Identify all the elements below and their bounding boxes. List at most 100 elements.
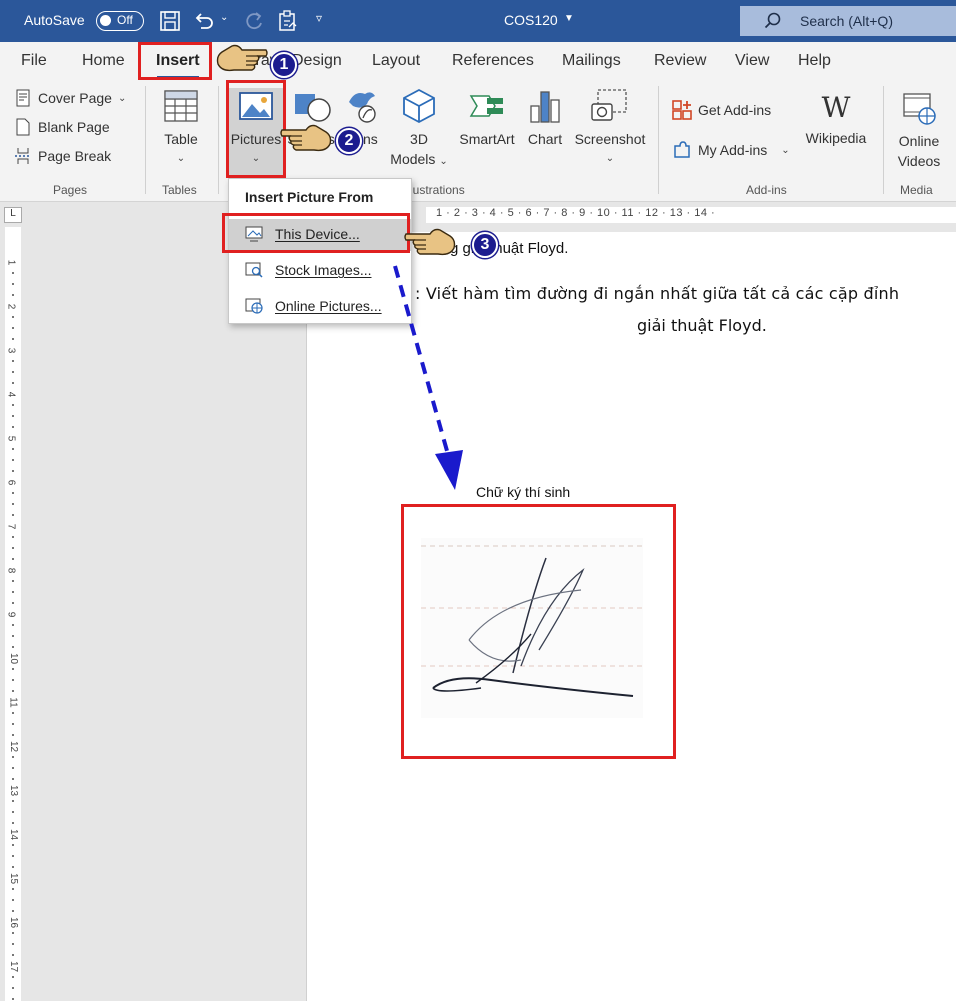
tab-file[interactable]: File [21,52,47,70]
table-icon [164,90,198,122]
ruler-tick [12,822,14,824]
chart-button[interactable]: Chart [522,88,568,149]
ruler-number: 2 [5,303,17,310]
ruler-tick [12,591,14,593]
ruler-tick [12,690,14,692]
ruler-tick [12,382,14,384]
ruler-tick [12,283,14,285]
horizontal-ruler[interactable]: 1 · 2 · 3 · 4 · 5 · 6 · 7 · 8 · 9 · 10 ·… [30,203,956,227]
ruler-tick [12,756,14,758]
ruler-number: 1 [5,259,17,266]
ruler-tick [12,767,14,769]
table-button[interactable]: Table ⌄ [158,88,204,169]
ruler-tick [12,602,14,604]
tab-review[interactable]: Review [654,52,706,70]
ribbon: Cover Page ⌄ Blank Page Page Break Pages… [0,80,956,202]
title-bar: AutoSave Off ⌄ ▿ COS120 ▼ Search (Alt+Q) [0,0,956,42]
cover-page-button[interactable]: Cover Page ⌄ [14,89,126,107]
vertical-ruler[interactable]: 123456789101112131415161718 [0,227,24,1001]
my-addins-button[interactable]: My Add-ins ⌄ [672,140,790,160]
ruler-number: 14 [8,828,20,841]
online-video-icon [903,93,936,125]
ruler-number: 10 [8,652,20,665]
ruler-tick [12,503,14,505]
3d-models-button[interactable]: 3D Models ⌄ [386,88,452,172]
table-label: Table [164,131,198,147]
puzzle-icon [674,141,690,158]
ruler-tick [12,679,14,681]
autosave-label: AutoSave [24,12,85,28]
screenshot-button[interactable]: Screenshot ⌄ [571,88,649,169]
document-title[interactable]: COS120 [504,12,558,28]
customize-toolbar-icon[interactable]: ▿ [316,11,322,25]
ruler-number: 13 [8,784,20,797]
online-videos-button[interactable]: Online Videos [890,92,948,171]
undo-dropdown-icon[interactable]: ⌄ [220,12,228,23]
cube-icon [403,88,435,124]
tab-references[interactable]: References [452,52,534,70]
pages-group-label: Pages [53,183,88,197]
ruler-tick [12,800,14,802]
tab-layout[interactable]: Layout [372,52,420,70]
ruler-tick [12,426,14,428]
ruler-tick [12,635,14,637]
online-videos-label-line1: Online [898,133,940,149]
ruler-tick [12,327,14,329]
page-break-icon [15,148,31,164]
group-separator [883,86,884,194]
3d-models-label-line2: Models ⌄ [390,151,448,167]
dashed-arrow [393,265,463,490]
autosave-toggle[interactable]: Off [96,11,144,31]
smartart-button[interactable]: SmartArt [454,88,520,149]
smartart-icon [469,95,503,117]
ruler-tick [12,734,14,736]
ruler-number: 16 [8,916,20,929]
tab-home[interactable]: Home [82,52,125,70]
tables-group-label: Tables [162,183,197,197]
get-addins-label: Get Add-ins [698,102,772,118]
cover-page-icon [16,89,30,107]
ruler-tick [12,855,14,857]
page-break-button[interactable]: Page Break [14,147,111,165]
save-icon[interactable] [158,9,182,33]
menu-item-online-pictures[interactable]: Online Pictures... [229,291,411,323]
get-addins-button[interactable]: Get Add-ins [672,100,771,120]
screenshot-icon [591,89,627,121]
ruler-number: 17 [8,960,20,973]
ruler-tick [12,470,14,472]
ruler-tick [12,338,14,340]
search-box[interactable]: Search (Alt+Q) [740,6,956,36]
blank-page-icon [16,118,30,136]
ruler-tick [12,646,14,648]
tab-help[interactable]: Help [798,52,831,70]
screenshot-label: Screenshot [574,131,646,147]
clipboard-icon[interactable] [276,9,300,33]
ruler-tick [12,580,14,582]
online-pictures-icon [245,298,263,314]
ruler-ticks: 1 · 2 · 3 · 4 · 5 · 6 · 7 · 8 · 9 · 10 ·… [436,207,716,219]
wikipedia-button[interactable]: W Wikipedia [800,92,872,148]
ruler-tick [12,294,14,296]
title-dropdown-icon[interactable]: ▼ [564,13,574,24]
tab-view[interactable]: View [735,52,769,70]
ruler-number: 7 [5,523,17,530]
ruler-tick [12,272,14,274]
ruler-tick [12,844,14,846]
blank-page-button[interactable]: Blank Page [14,118,110,136]
ruler-tick [12,547,14,549]
redo-icon[interactable] [242,9,266,33]
pointing-hand-icon [216,44,268,72]
tab-design[interactable]: Design [292,52,342,70]
cover-page-label: Cover Page [38,90,112,106]
ruler-tick [12,899,14,901]
tab-mailings[interactable]: Mailings [562,52,621,70]
my-addins-dropdown-icon: ⌄ [781,144,790,156]
wikipedia-icon: W [821,91,851,124]
search-placeholder: Search (Alt+Q) [800,13,893,29]
menu-item-stock-images[interactable]: Stock Images... [229,255,411,287]
tab-selector[interactable]: L [4,207,22,223]
ruler-tick [12,536,14,538]
ruler-tick [12,712,14,714]
undo-icon[interactable] [192,9,216,33]
ruler-tick [12,624,14,626]
